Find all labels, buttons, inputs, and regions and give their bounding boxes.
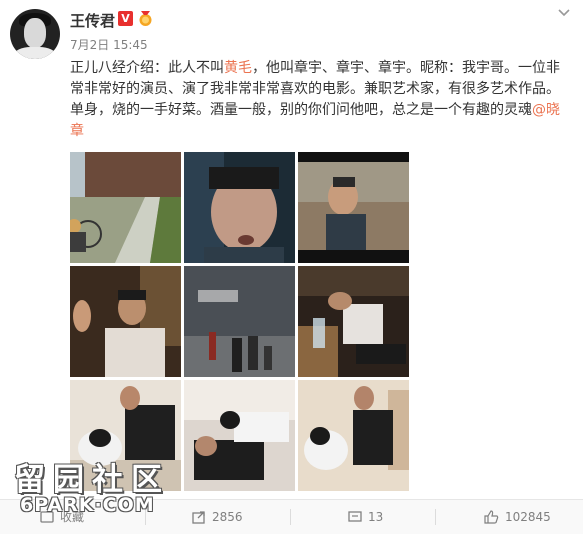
photo-4[interactable] (70, 266, 181, 377)
author-name[interactable]: 王传君 (70, 10, 115, 31)
avatar[interactable] (10, 9, 60, 59)
photo-5[interactable] (184, 266, 295, 377)
repost-count: 2856 (212, 510, 243, 524)
watermark-english: 6PARK·COM (20, 494, 155, 516)
photo-2[interactable] (184, 152, 295, 263)
medal-icon (139, 11, 152, 26)
watermark-chinese: 留园社区 (14, 462, 170, 498)
photo-9[interactable] (298, 380, 409, 491)
highlight-keyword-link[interactable]: 黄毛 (224, 60, 252, 76)
weibo-post-card: 王传君 V 7月2日 15:45 正儿八经介绍：此人不叫黄毛，他叫章宇、章宇、章… (0, 0, 583, 534)
post-text: 正儿八经介绍：此人不叫黄毛，他叫章宇、章宇、章宇。昵称：我宇哥。一位非常非常好的… (70, 58, 570, 142)
watermark: 留园社区 6PARK·COM (14, 454, 214, 524)
divider (435, 509, 436, 525)
photo-6[interactable] (298, 266, 409, 377)
divider (290, 509, 291, 525)
photo-3[interactable] (298, 152, 409, 263)
comment-count: 13 (368, 510, 384, 524)
like-count: 102845 (505, 510, 551, 524)
chevron-down-icon[interactable] (557, 8, 571, 18)
comment-icon (348, 511, 362, 522)
post-time[interactable]: 7月2日 15:45 (70, 36, 148, 53)
photo-1[interactable] (70, 152, 181, 263)
comment-button[interactable]: 13 (348, 500, 418, 534)
post-text-part1: 正儿八经介绍：此人不叫 (70, 60, 224, 76)
like-button[interactable]: 102845 (484, 500, 574, 534)
verified-badge: V (118, 11, 133, 26)
like-icon (484, 510, 499, 524)
